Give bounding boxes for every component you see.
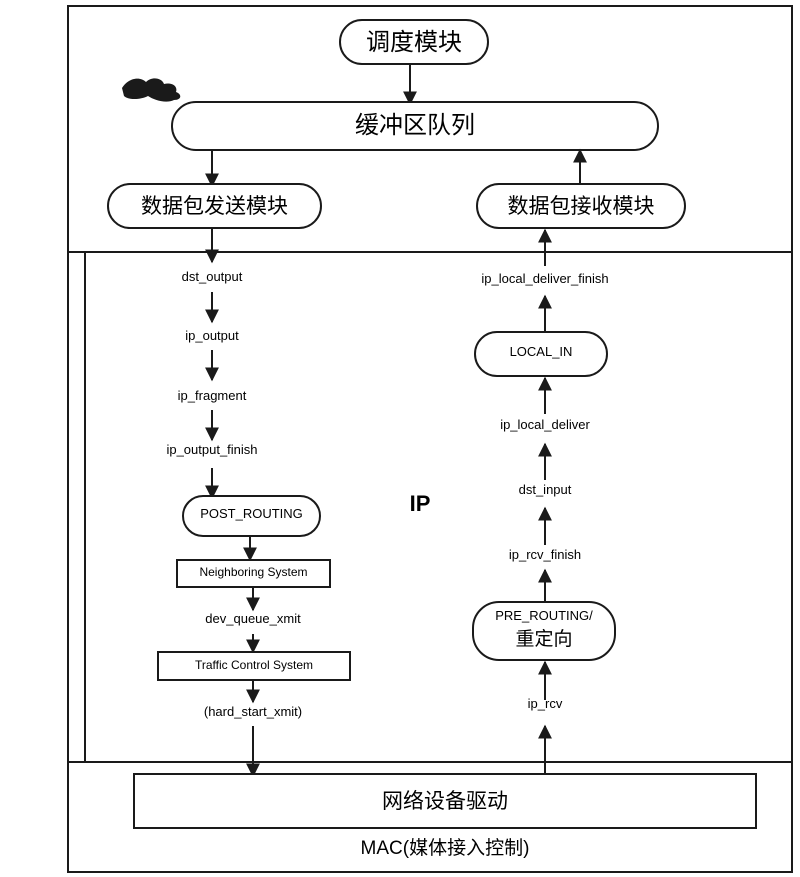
local-in-node <box>474 331 608 377</box>
decorative-ink-blob <box>122 78 181 102</box>
post-routing-node <box>182 495 321 537</box>
scheduler-node <box>339 19 489 65</box>
network-device-driver-node <box>133 773 757 829</box>
recv-module-node <box>476 183 686 229</box>
send-module-node <box>107 183 322 229</box>
buffer-queue-node <box>171 101 659 151</box>
traffic-control-system-node <box>157 651 351 681</box>
flowchart-diagram <box>67 5 793 873</box>
pre-routing-node <box>472 601 616 661</box>
neighboring-system-node <box>176 559 331 588</box>
